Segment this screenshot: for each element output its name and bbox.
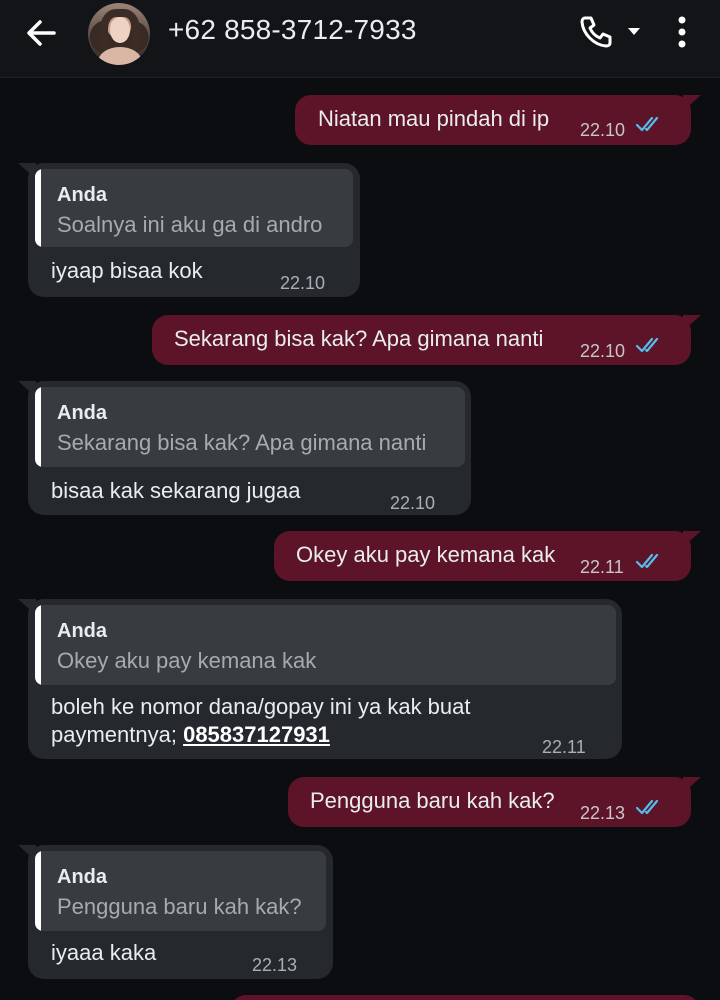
- message-time: 22.10: [580, 341, 626, 361]
- phone-icon: [580, 16, 612, 48]
- quote-bar: [35, 387, 41, 467]
- double-check-icon: [635, 553, 659, 569]
- chat-screen: +62 858-3712-7933 Niatan mau pindah di i…: [0, 0, 720, 1000]
- quote-text: Soalnya ini aku ga di andro: [57, 212, 323, 237]
- incoming-message[interactable]: Anda Okey aku pay kemana kak boleh ke no…: [18, 599, 622, 759]
- message-text: iyaaa kaka: [51, 940, 157, 965]
- bubble-tail: [683, 95, 701, 111]
- quote-text: Sekarang bisa kak? Apa gimana nanti: [57, 430, 427, 455]
- outgoing-message[interactable]: Okey aku pay kemana kak 22.11: [274, 531, 701, 581]
- avatar-face: [110, 17, 130, 43]
- bubble-tail: [683, 777, 701, 793]
- message-text: Pengguna baru kah kak?: [310, 788, 555, 813]
- quote-author: Anda: [57, 184, 107, 206]
- contact-name[interactable]: +62 858-3712-7933: [168, 14, 417, 46]
- double-check-icon: [635, 799, 659, 815]
- more-vertical-icon: [678, 16, 686, 48]
- call-options-button[interactable]: [624, 24, 644, 40]
- bubble-tail: [683, 315, 701, 331]
- quoted-message[interactable]: Anda Okey aku pay kemana kak: [35, 605, 616, 685]
- bubble-tail: [18, 381, 36, 397]
- bubble-tail: [18, 599, 36, 615]
- incoming-message[interactable]: Anda Pengguna baru kah kak? iyaaa kaka 2…: [18, 845, 333, 979]
- message-time: 22.11: [542, 737, 586, 757]
- bubble-tail: [683, 531, 701, 547]
- chat-header: +62 858-3712-7933: [0, 0, 720, 78]
- message-time: 22.13: [252, 955, 298, 975]
- quoted-message[interactable]: Anda Sekarang bisa kak? Apa gimana nanti: [35, 387, 465, 467]
- message-text: iyaap bisaa kok: [51, 258, 203, 283]
- arrow-left-icon: [27, 20, 56, 46]
- quote-bar: [35, 169, 41, 247]
- outgoing-message[interactable]: Pengguna baru kah kak? 22.13: [288, 777, 701, 827]
- outgoing-message[interactable]: Sekarang bisa kak? Apa gimana nanti 22.1…: [152, 315, 701, 365]
- quote-text: Pengguna baru kah kak?: [57, 894, 302, 919]
- message-text-prefix: paymentnya;: [51, 722, 184, 747]
- bubble-tail: [18, 845, 36, 861]
- more-options-button[interactable]: [668, 12, 696, 52]
- message-time: 22.10: [390, 493, 436, 513]
- quote-author: Anda: [57, 620, 107, 642]
- incoming-message[interactable]: Anda Soalnya ini aku ga di andro iyaap b…: [18, 163, 360, 297]
- quote-author: Anda: [57, 866, 107, 888]
- message-list: Niatan mau pindah di ip 22.10 Anda Soaln…: [0, 79, 720, 1000]
- contact-avatar[interactable]: [88, 3, 150, 65]
- message-time: 22.10: [280, 273, 326, 293]
- message-text: Okey aku pay kemana kak: [296, 542, 556, 567]
- quote-text: Okey aku pay kemana kak: [57, 648, 317, 673]
- quote-author: Anda: [57, 402, 107, 424]
- message-text: bisaa kak sekarang jugaa: [51, 478, 301, 503]
- caret-down-icon: [628, 28, 640, 35]
- double-check-icon: [635, 116, 659, 132]
- quoted-message[interactable]: Anda Soalnya ini aku ga di andro: [35, 169, 353, 247]
- message-text: Sekarang bisa kak? Apa gimana nanti: [174, 326, 544, 351]
- partial-outgoing-message: [230, 995, 700, 1000]
- message-time: 22.13: [580, 803, 626, 823]
- message-time: 22.11: [580, 557, 624, 577]
- quoted-message[interactable]: Anda Pengguna baru kah kak?: [35, 851, 326, 931]
- bubble-tail: [18, 163, 36, 179]
- voice-call-button[interactable]: [576, 12, 616, 52]
- quote-bar: [35, 605, 41, 685]
- incoming-message[interactable]: Anda Sekarang bisa kak? Apa gimana nanti…: [18, 381, 471, 515]
- message-text-line-1: boleh ke nomor dana/gopay ini ya kak bua…: [51, 694, 471, 719]
- outgoing-message[interactable]: Niatan mau pindah di ip 22.10: [295, 95, 701, 145]
- message-text-line-2: paymentnya; 085837127931: [51, 721, 330, 749]
- back-button[interactable]: [20, 12, 64, 56]
- message-time: 22.10: [580, 120, 626, 140]
- double-check-icon: [635, 337, 659, 353]
- phone-number-link[interactable]: 085837127931: [183, 722, 330, 747]
- quote-bar: [35, 851, 41, 931]
- message-text: Niatan mau pindah di ip: [318, 106, 550, 131]
